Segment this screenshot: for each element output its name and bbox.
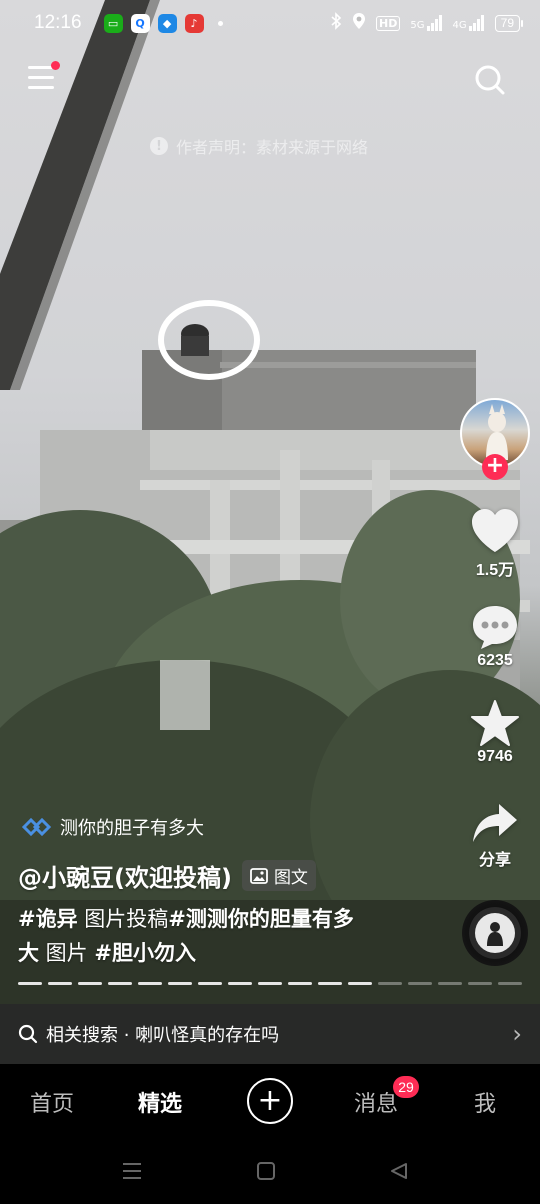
favorite-button[interactable]: 9746: [460, 700, 530, 766]
tab-me[interactable]: 我: [474, 1086, 496, 1118]
progress-segment: [48, 982, 72, 985]
like-count: 1.5万: [475, 562, 515, 579]
share-label: 分享: [478, 852, 511, 869]
plus-icon: +: [257, 1083, 283, 1118]
comment-button[interactable]: 6235: [460, 604, 530, 670]
like-button[interactable]: 1.5万: [460, 508, 530, 580]
system-status: HD 5G 4G 79: [330, 12, 524, 34]
related-search-text: 相关搜索 · 喇叭怪真的存在吗: [46, 1025, 280, 1046]
battery-indicator: 79: [494, 14, 524, 32]
image-icon: [250, 867, 268, 884]
status-time: 12:16: [34, 12, 82, 33]
home-button[interactable]: [257, 1162, 275, 1184]
menu-button[interactable]: [28, 61, 60, 94]
progress-segment: [168, 982, 192, 985]
menu-icon: [123, 1163, 141, 1179]
tab-messages[interactable]: 消息: [354, 1086, 398, 1118]
bluetooth-icon: [330, 12, 342, 34]
author-declaration-text: 作者声明：素材来源于网络: [176, 138, 369, 157]
progress-segment: [318, 982, 342, 985]
caption-text: 图片投稿: [77, 907, 169, 931]
menu-line: [28, 66, 54, 69]
location-icon: [352, 12, 366, 34]
progress-segment: [18, 982, 42, 985]
follow-button[interactable]: +: [482, 454, 508, 480]
store-app-icon: ◆: [157, 13, 177, 33]
related-search-bar[interactable]: 相关搜索 · 喇叭怪真的存在吗 ›: [0, 1004, 540, 1064]
square-icon: [257, 1162, 275, 1180]
caption-text: 图片: [39, 941, 95, 965]
create-button[interactable]: +: [247, 1078, 293, 1124]
data-label: 4G: [452, 20, 467, 31]
progress-segment: [228, 982, 252, 985]
share-button[interactable]: 分享: [460, 802, 530, 870]
hashtag[interactable]: #测测你的胆量有多: [168, 907, 354, 931]
tab-home[interactable]: 首页: [30, 1086, 74, 1118]
progress-segment: [438, 982, 462, 985]
progress-segment: [468, 982, 492, 985]
image-progress-indicator: [18, 982, 522, 985]
progress-segment: [198, 982, 222, 985]
chevron-right-icon: ›: [512, 1020, 522, 1048]
music-app-icon: ♪: [184, 13, 204, 33]
recent-apps-button[interactable]: [122, 1162, 142, 1184]
search-icon: [18, 1024, 38, 1044]
bottom-tab-bar: 首页 精选 + 消息 29 我: [0, 1064, 540, 1140]
heart-icon: [472, 509, 518, 552]
search-icon: [475, 65, 505, 95]
author-name[interactable]: @小豌豆(欢迎投稿): [18, 858, 232, 893]
post-caption[interactable]: #诡异 图片投稿#测测你的胆量有多 大 图片 #胆小勿入: [18, 902, 458, 970]
messages-app-icon: ▭: [103, 13, 123, 33]
progress-segment: [408, 982, 432, 985]
tab-featured[interactable]: 精选: [138, 1086, 182, 1118]
progress-segment: [498, 982, 522, 985]
topic-link[interactable]: 测你的胆子有多大: [22, 814, 204, 840]
hashtag-continued[interactable]: 大: [18, 941, 39, 965]
messages-badge: 29: [393, 1076, 419, 1098]
favorite-count: 9746: [477, 748, 513, 765]
music-cover: [475, 913, 515, 953]
post-type-badge: 图文: [241, 860, 316, 891]
menu-line: [28, 76, 54, 79]
progress-segment: [78, 982, 102, 985]
notification-icons: ▭ Q ◆ ♪: [103, 13, 223, 33]
hd-icon: HD: [376, 15, 401, 31]
info-icon: !: [150, 137, 168, 155]
progress-segment: [288, 982, 312, 985]
author-row: @小豌豆(欢迎投稿) 图文: [18, 858, 316, 893]
progress-segment: [138, 982, 162, 985]
comment-count: 6235: [477, 652, 513, 669]
menu-notification-dot: [51, 61, 60, 70]
progress-segment: [378, 982, 402, 985]
progress-segment: [348, 982, 372, 985]
search-app-icon: Q: [130, 13, 150, 33]
action-rail: + 1.5万 6235 9746 分享: [460, 398, 530, 869]
back-triangle-icon: [391, 1163, 407, 1179]
hashtag[interactable]: #胆小勿入: [94, 941, 196, 965]
star-icon: [471, 700, 519, 746]
progress-segment: [258, 982, 282, 985]
back-button[interactable]: [390, 1162, 408, 1184]
post-type-label: 图文: [273, 868, 308, 888]
signal-5g-icon: 5G: [410, 15, 442, 31]
music-disc[interactable]: [462, 900, 528, 966]
topic-icon: [22, 817, 52, 837]
search-button[interactable]: [474, 64, 506, 96]
hashtag[interactable]: #诡异: [18, 907, 78, 931]
author-declaration: ! 作者声明：素材来源于网络: [150, 134, 368, 158]
menu-line: [28, 86, 54, 89]
more-notifications-dot: [217, 20, 223, 26]
share-icon: [473, 804, 517, 842]
progress-segment: [108, 982, 132, 985]
system-navigation-bar: [0, 1140, 540, 1204]
status-bar: 12:16 ▭ Q ◆ ♪ HD 5G 4G 79: [0, 0, 540, 46]
signal-4g-icon: 4G: [453, 15, 485, 31]
network-label: 5G: [410, 20, 425, 31]
topic-text: 测你的胆子有多大: [60, 818, 204, 839]
comment-icon: [473, 606, 517, 649]
music-cover-figure: [487, 922, 503, 946]
